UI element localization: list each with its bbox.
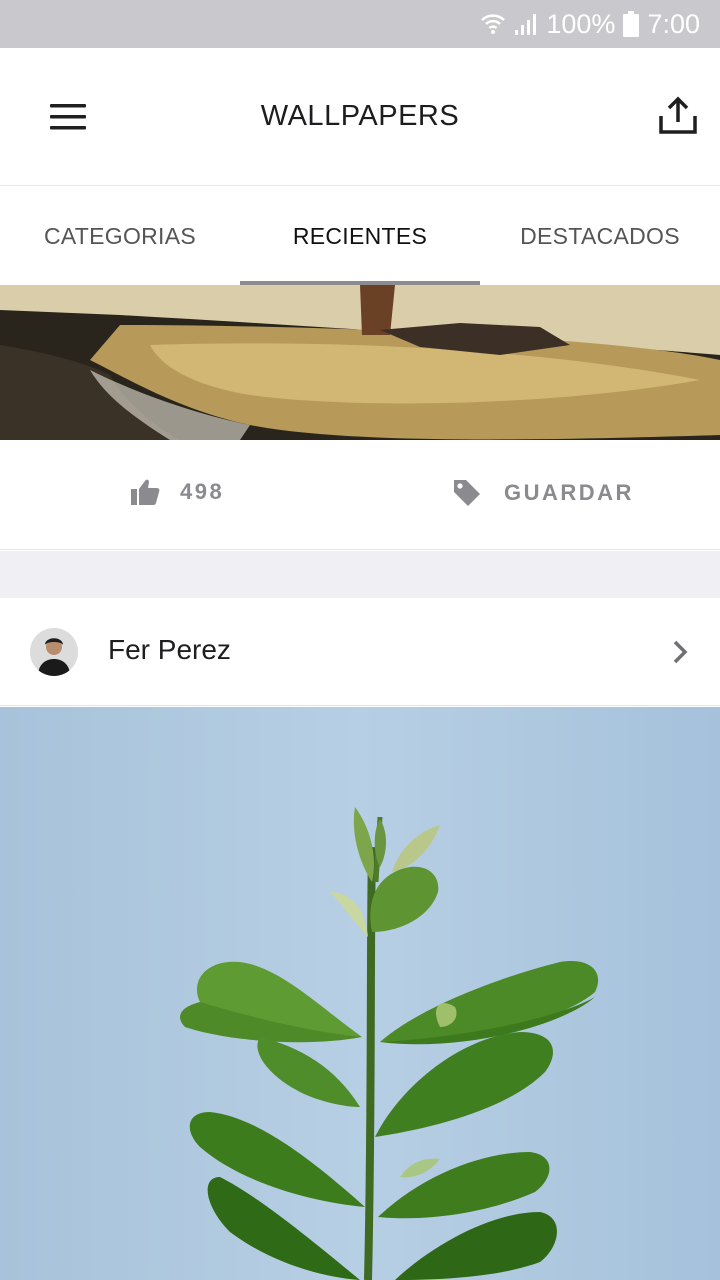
save-button[interactable]: GUARDAR [452,478,634,508]
thumbs-up-icon [131,479,160,505]
save-label: GUARDAR [504,480,634,505]
battery-percent: 100% [546,8,616,39]
clock: 7:00 [647,8,700,39]
tab-recientes[interactable]: RECIENTES [240,187,480,285]
author-row[interactable]: Fer Perez [0,598,720,706]
chevron-right-icon [673,640,688,664]
like-button[interactable]: 498 [130,478,224,506]
wifi-icon [480,11,506,37]
app-bar: WALLPAPERS [0,48,720,186]
signal-icon [514,12,538,36]
menu-icon [50,104,86,130]
wallpaper-image-plant[interactable] [0,707,720,1280]
like-count: 498 [180,479,225,504]
card-separator [0,551,720,598]
tab-bar: CATEGORIAS RECIENTES DESTACADOS [0,187,720,285]
tab-destacados[interactable]: DESTACADOS [480,187,720,285]
page-title: WALLPAPERS [260,100,460,132]
author-name: Fer Perez [108,634,231,665]
share-icon [659,96,697,134]
plant-illustration [0,707,720,1280]
tag-icon [454,480,480,506]
share-button[interactable] [658,96,698,136]
avatar [30,628,78,676]
tab-categorias[interactable]: CATEGORIAS [0,187,240,285]
battery-icon [623,11,640,37]
wood-slice-illustration [0,285,720,440]
status-bar: 100% 7:00 [0,0,720,48]
post-actions: 498 GUARDAR [0,440,720,550]
menu-button[interactable] [48,102,88,132]
wallpaper-image-wood[interactable] [0,285,720,440]
